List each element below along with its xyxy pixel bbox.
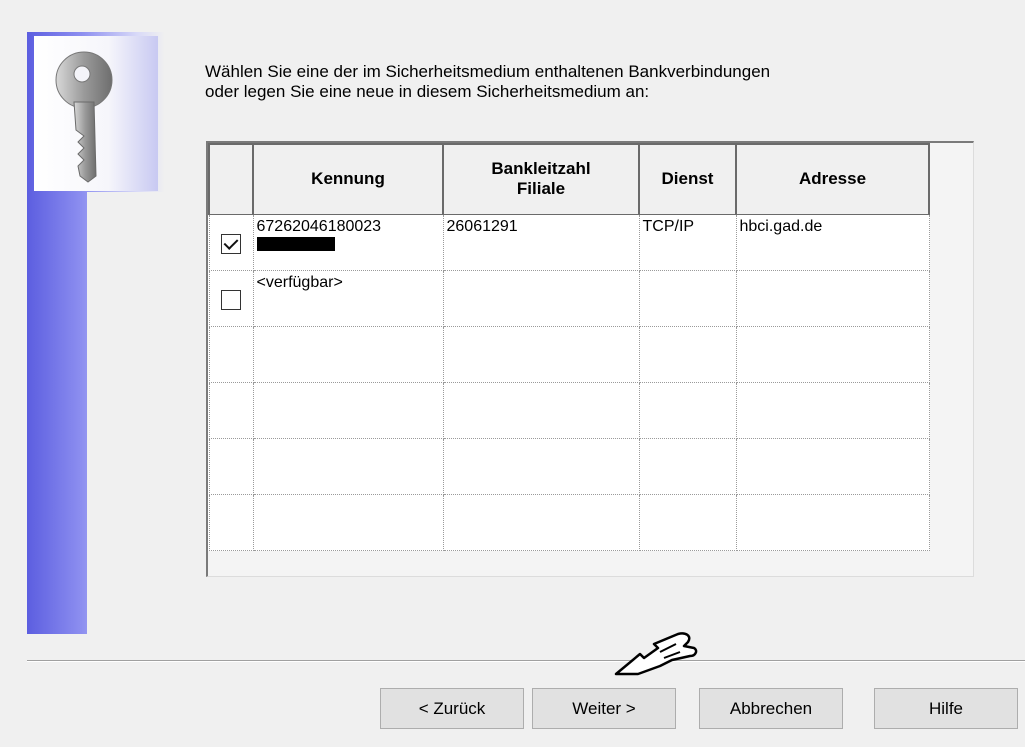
- empty-cell: [442, 325, 640, 383]
- empty-cell: [442, 493, 640, 551]
- row-checkbox-unchecked[interactable]: [221, 289, 241, 310]
- footer-separator: [27, 660, 1025, 662]
- cell-dienst[interactable]: [638, 269, 737, 327]
- kennung-value: 67262046180023: [256, 217, 382, 235]
- empty-cell: [252, 325, 444, 383]
- cancel-button[interactable]: Abbrechen: [699, 688, 843, 729]
- instruction-text: Wählen Sie eine der im Sicherheitsmedium…: [205, 62, 771, 101]
- column-header-dienst[interactable]: Dienst: [638, 143, 737, 215]
- row-checkbox-cell[interactable]: [208, 213, 254, 271]
- cell-blz[interactable]: 26061291: [442, 213, 640, 271]
- empty-cell: [252, 381, 444, 439]
- empty-cell: [252, 437, 444, 495]
- help-button[interactable]: Hilfe: [874, 688, 1018, 729]
- empty-cell: [208, 437, 254, 495]
- empty-cell: [442, 381, 640, 439]
- empty-cell: [638, 437, 737, 495]
- cell-blz[interactable]: [442, 269, 640, 327]
- column-header-select: [208, 143, 254, 215]
- empty-cell: [208, 381, 254, 439]
- column-header-adresse[interactable]: Adresse: [735, 143, 930, 215]
- cell-kennung[interactable]: <verfügbar>: [252, 269, 444, 327]
- table-row[interactable]: 67262046180023 26061291 TCP/IP hbci.gad.…: [208, 213, 930, 271]
- empty-cell: [735, 493, 930, 551]
- cell-dienst[interactable]: TCP/IP: [638, 213, 737, 271]
- back-button[interactable]: < Zurück: [380, 688, 524, 729]
- empty-cell: [638, 493, 737, 551]
- empty-cell: [208, 325, 254, 383]
- bank-connections-table: Kennung Bankleitzahl Filiale Dienst Adre…: [208, 143, 930, 551]
- column-header-bankleitzahl[interactable]: Bankleitzahl Filiale: [442, 143, 640, 215]
- empty-cell: [638, 325, 737, 383]
- row-checkbox-checked[interactable]: [221, 233, 241, 254]
- table-row-empty: [208, 437, 930, 495]
- next-button[interactable]: Weiter >: [532, 688, 676, 729]
- key-icon-panel: [34, 36, 158, 191]
- table-row-empty: [208, 325, 930, 383]
- empty-cell: [208, 493, 254, 551]
- row-checkbox-cell[interactable]: [208, 269, 254, 327]
- table-row-empty: [208, 493, 930, 551]
- column-header-kennung[interactable]: Kennung: [252, 143, 444, 215]
- cell-adresse[interactable]: hbci.gad.de: [735, 213, 930, 271]
- table-header-row: Kennung Bankleitzahl Filiale Dienst Adre…: [208, 143, 930, 215]
- empty-cell: [735, 437, 930, 495]
- cell-adresse[interactable]: [735, 269, 930, 327]
- redacted-block: [256, 236, 335, 251]
- cell-kennung[interactable]: 67262046180023: [252, 213, 444, 271]
- empty-cell: [735, 381, 930, 439]
- table-row-empty: [208, 381, 930, 439]
- empty-cell: [735, 325, 930, 383]
- table-row[interactable]: <verfügbar>: [208, 269, 930, 327]
- hand-cursor-icon: [614, 628, 704, 683]
- key-icon: [55, 51, 113, 183]
- empty-cell: [638, 381, 737, 439]
- empty-cell: [252, 493, 444, 551]
- empty-cell: [442, 437, 640, 495]
